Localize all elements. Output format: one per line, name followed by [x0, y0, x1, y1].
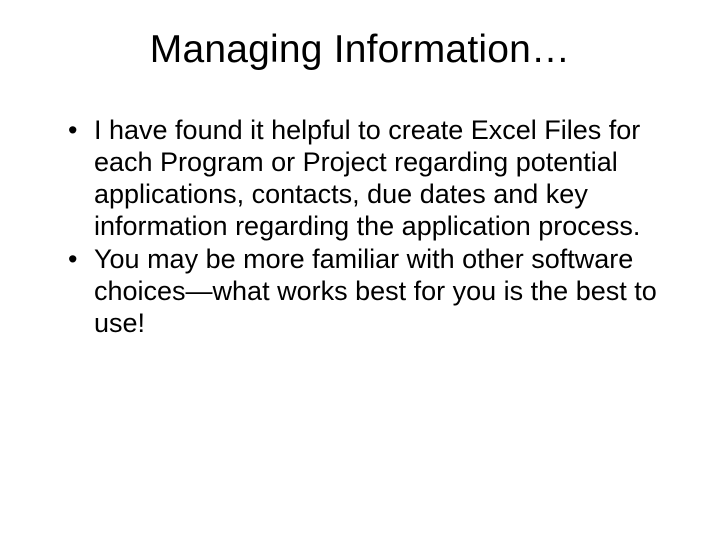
- list-item: I have found it helpful to create Excel …: [68, 114, 660, 243]
- slide-title: Managing Information…: [60, 28, 660, 72]
- bullet-list: I have found it helpful to create Excel …: [60, 114, 660, 339]
- list-item: You may be more familiar with other soft…: [68, 243, 660, 339]
- slide: Managing Information… I have found it he…: [0, 0, 720, 540]
